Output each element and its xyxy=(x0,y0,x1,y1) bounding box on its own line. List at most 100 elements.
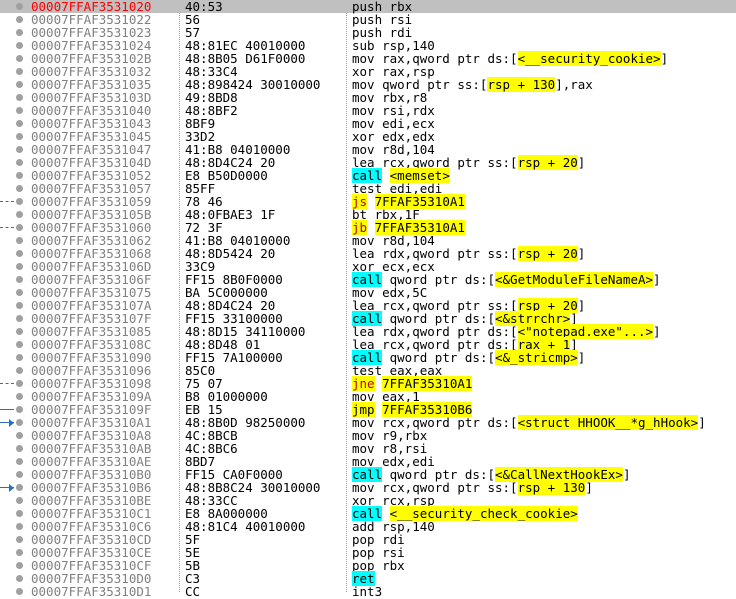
breakpoint-gutter[interactable] xyxy=(0,260,31,273)
breakpoint-gutter[interactable] xyxy=(0,325,31,338)
breakpoint-gutter[interactable] xyxy=(0,520,31,533)
breakpoint-gutter[interactable] xyxy=(0,169,31,182)
breakpoint-gutter[interactable] xyxy=(0,0,31,13)
breakpoint-dot-icon[interactable] xyxy=(16,354,23,361)
breakpoint-dot-icon[interactable] xyxy=(16,458,23,465)
breakpoint-gutter[interactable] xyxy=(0,403,31,416)
breakpoint-dot-icon[interactable] xyxy=(16,575,23,582)
breakpoint-gutter[interactable] xyxy=(0,208,31,221)
breakpoint-gutter[interactable] xyxy=(0,481,31,494)
breakpoint-dot-icon[interactable] xyxy=(16,393,23,400)
highlighted-operand: rsp + 20 xyxy=(517,246,578,261)
breakpoint-gutter[interactable] xyxy=(0,65,31,78)
breakpoint-gutter[interactable] xyxy=(0,221,31,234)
breakpoint-gutter[interactable] xyxy=(0,156,31,169)
breakpoint-dot-icon[interactable] xyxy=(16,497,23,504)
breakpoint-dot-icon[interactable] xyxy=(16,146,23,153)
breakpoint-gutter[interactable] xyxy=(0,143,31,156)
disassembly-listing[interactable]: 00007FFAF3531020 40:53 push rbx 00007FFAF35… xyxy=(0,0,736,598)
breakpoint-dot-icon[interactable] xyxy=(16,406,23,413)
breakpoint-dot-icon[interactable] xyxy=(16,107,23,114)
breakpoint-dot-icon[interactable] xyxy=(16,328,23,335)
breakpoint-gutter[interactable] xyxy=(0,572,31,585)
breakpoint-gutter[interactable] xyxy=(0,468,31,481)
breakpoint-gutter[interactable] xyxy=(0,299,31,312)
breakpoint-dot-icon[interactable] xyxy=(16,484,23,491)
breakpoint-gutter[interactable] xyxy=(0,286,31,299)
breakpoint-dot-icon[interactable] xyxy=(16,341,23,348)
breakpoint-dot-icon[interactable] xyxy=(16,471,23,478)
breakpoint-dot-icon[interactable] xyxy=(16,185,23,192)
highlighted-operand: <struct HHOOK__*g_hHook> xyxy=(517,415,699,430)
breakpoint-gutter[interactable] xyxy=(0,377,31,390)
breakpoint-gutter[interactable] xyxy=(0,52,31,65)
breakpoint-dot-icon[interactable] xyxy=(16,289,23,296)
breakpoint-gutter[interactable] xyxy=(0,546,31,559)
breakpoint-dot-icon[interactable] xyxy=(16,55,23,62)
breakpoint-dot-icon[interactable] xyxy=(16,380,23,387)
instruction-text: ] xyxy=(577,350,586,365)
breakpoint-dot-icon[interactable] xyxy=(16,536,23,543)
breakpoint-dot-icon[interactable] xyxy=(16,523,23,530)
breakpoint-dot-icon[interactable] xyxy=(16,250,23,257)
breakpoint-dot-icon[interactable] xyxy=(16,172,23,179)
breakpoint-gutter[interactable] xyxy=(0,273,31,286)
breakpoint-dot-icon[interactable] xyxy=(16,211,23,218)
instruction-text: ] xyxy=(577,298,586,313)
breakpoint-gutter[interactable] xyxy=(0,78,31,91)
breakpoint-gutter[interactable] xyxy=(0,26,31,39)
breakpoint-dot-icon[interactable] xyxy=(16,276,23,283)
breakpoint-gutter[interactable] xyxy=(0,559,31,572)
breakpoint-dot-icon[interactable] xyxy=(16,159,23,166)
breakpoint-gutter[interactable] xyxy=(0,507,31,520)
breakpoint-gutter[interactable] xyxy=(0,390,31,403)
breakpoint-gutter[interactable] xyxy=(0,247,31,260)
breakpoint-dot-icon[interactable] xyxy=(16,120,23,127)
breakpoint-gutter[interactable] xyxy=(0,494,31,507)
breakpoint-gutter[interactable] xyxy=(0,429,31,442)
breakpoint-dot-icon[interactable] xyxy=(16,224,23,231)
breakpoint-gutter[interactable] xyxy=(0,312,31,325)
breakpoint-gutter[interactable] xyxy=(0,39,31,52)
jump-arrow-icon xyxy=(0,227,14,228)
breakpoint-dot-icon[interactable] xyxy=(16,315,23,322)
breakpoint-gutter[interactable] xyxy=(0,234,31,247)
breakpoint-dot-icon[interactable] xyxy=(16,432,23,439)
breakpoint-dot-icon[interactable] xyxy=(16,68,23,75)
breakpoint-gutter[interactable] xyxy=(0,104,31,117)
breakpoint-dot-icon[interactable] xyxy=(16,419,23,426)
breakpoint-gutter[interactable] xyxy=(0,338,31,351)
highlighted-operand: <&GetModuleFileNameA> xyxy=(495,272,654,287)
breakpoint-dot-icon[interactable] xyxy=(16,263,23,270)
jump-arrow-icon xyxy=(0,419,14,427)
breakpoint-gutter[interactable] xyxy=(0,351,31,364)
breakpoint-gutter[interactable] xyxy=(0,182,31,195)
breakpoint-gutter[interactable] xyxy=(0,533,31,546)
breakpoint-dot-icon[interactable] xyxy=(16,81,23,88)
breakpoint-gutter[interactable] xyxy=(0,442,31,455)
breakpoint-dot-icon[interactable] xyxy=(16,367,23,374)
breakpoint-gutter[interactable] xyxy=(0,455,31,468)
instruction-text: ] xyxy=(653,272,661,287)
breakpoint-gutter[interactable] xyxy=(0,195,31,208)
breakpoint-gutter[interactable] xyxy=(0,364,31,377)
breakpoint-gutter[interactable] xyxy=(0,117,31,130)
breakpoint-dot-icon[interactable] xyxy=(16,549,23,556)
breakpoint-dot-icon[interactable] xyxy=(16,133,23,140)
breakpoint-dot-icon[interactable] xyxy=(16,42,23,49)
breakpoint-dot-icon[interactable] xyxy=(16,237,23,244)
breakpoint-dot-icon[interactable] xyxy=(16,3,23,10)
breakpoint-gutter[interactable] xyxy=(0,13,31,26)
breakpoint-dot-icon[interactable] xyxy=(16,510,23,517)
breakpoint-dot-icon[interactable] xyxy=(16,302,23,309)
breakpoint-dot-icon[interactable] xyxy=(16,16,23,23)
breakpoint-dot-icon[interactable] xyxy=(16,29,23,36)
breakpoint-dot-icon[interactable] xyxy=(16,198,23,205)
breakpoint-dot-icon[interactable] xyxy=(16,445,23,452)
breakpoint-gutter[interactable] xyxy=(0,91,31,104)
breakpoint-gutter[interactable] xyxy=(0,416,31,429)
breakpoint-dot-icon[interactable] xyxy=(16,562,23,569)
breakpoint-dot-icon[interactable] xyxy=(16,94,23,101)
breakpoint-gutter[interactable] xyxy=(0,130,31,143)
highlighted-operand: rsp + 130 xyxy=(517,480,586,495)
